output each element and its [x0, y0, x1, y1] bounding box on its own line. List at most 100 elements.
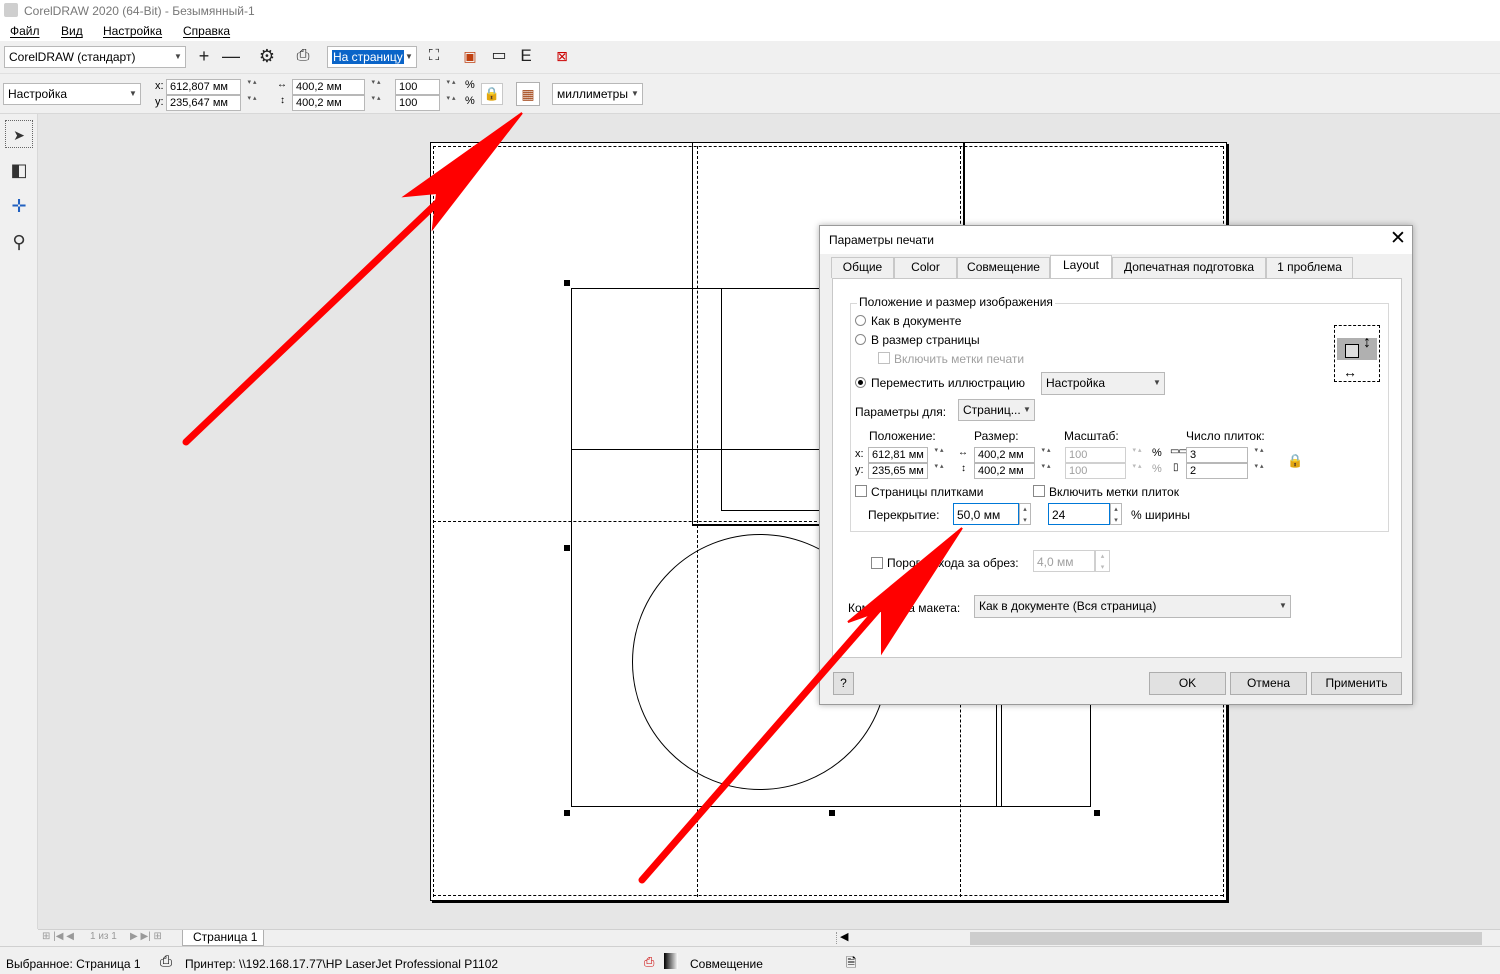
workspace-combo[interactable]: CorelDRAW (стандарт) ▼ [4, 46, 186, 68]
include-print-marks-checkbox[interactable] [878, 352, 890, 364]
params-for-combo[interactable]: Страниц... ▼ [958, 399, 1035, 421]
imposition-tool-icon[interactable]: ◧ [5, 156, 33, 184]
tile-layout-icon[interactable]: ▦ [516, 82, 540, 106]
dlg-size-h-field[interactable]: 400,2 мм [974, 463, 1035, 479]
horizontal-scrollbar-thumb[interactable] [970, 932, 1482, 945]
zoom-out-icon[interactable]: — [219, 45, 243, 69]
splitter[interactable] [836, 932, 838, 944]
tiles-x-spinner[interactable]: ▾ ▴ [1248, 447, 1270, 463]
dlg-scale-w-field[interactable]: 100 [1065, 447, 1126, 463]
close-icon[interactable]: ✕ [1390, 227, 1406, 250]
height-spinner[interactable]: ▾ ▴ [365, 95, 387, 111]
percent-label: % [1152, 463, 1162, 475]
group-title: Положение и размер изображения [857, 295, 1055, 309]
dlg-pos-y-field[interactable]: 235,65 мм [868, 463, 928, 479]
frame-icon[interactable]: ▭ [487, 45, 511, 69]
reposition-combo[interactable]: Настройка ▼ [1041, 372, 1165, 395]
bleed-limit-checkbox[interactable] [871, 557, 883, 569]
tiles-lock-icon[interactable]: 🔒 [1287, 453, 1303, 469]
height-field[interactable]: 400,2 мм [292, 95, 365, 111]
gear-icon[interactable]: ⚙ [255, 45, 279, 69]
apply-button[interactable]: Применить [1311, 672, 1402, 695]
tab-separations[interactable]: Совмещение [957, 257, 1050, 278]
pick-tool-icon[interactable]: ➤ [5, 120, 33, 148]
selection-handle[interactable] [1094, 810, 1100, 816]
radio-reposition[interactable] [855, 377, 866, 388]
tiles-x-field[interactable]: 3 [1186, 447, 1248, 463]
overlap-field[interactable]: 50,0 мм [953, 503, 1019, 525]
scale-h-spinner[interactable]: ▾ ▴ [440, 95, 462, 111]
status-mode: Совмещение [690, 957, 763, 971]
zoom-mode-combo[interactable]: На страницу ▼ [327, 46, 417, 68]
chevron-down-icon: ▼ [631, 89, 639, 98]
dlg-scale-w-spinner[interactable]: ▾ ▴ [1126, 447, 1148, 463]
lock-icon[interactable]: 🔒 [481, 83, 503, 105]
overlap-percent-field[interactable]: 24 [1048, 503, 1110, 525]
radio-fit-page[interactable] [855, 334, 866, 345]
menu-view[interactable]: Вид [61, 24, 83, 38]
text-e-icon[interactable]: E [514, 45, 538, 69]
help-button[interactable]: ? [833, 672, 854, 695]
width-field[interactable]: 400,2 мм [292, 79, 365, 95]
dlg-size-w-field[interactable]: 400,2 мм [974, 447, 1035, 463]
tile-pages-checkbox[interactable] [855, 485, 867, 497]
dlg-pos-y-spinner[interactable]: ▾ ▴ [928, 463, 950, 479]
dlg-pos-x-field[interactable]: 612,81 мм [868, 447, 928, 463]
tab-color[interactable]: Color [894, 257, 957, 278]
overlap-percent-spinner[interactable]: ▴ ▾ [1110, 503, 1122, 525]
page-nav-last-icon[interactable]: ▶ ▶| ⊞ [130, 931, 162, 942]
menu-settings[interactable]: Настройка [103, 24, 162, 38]
tab-layout[interactable]: Layout [1050, 255, 1112, 279]
selection-handle[interactable] [564, 810, 570, 816]
tile-icon[interactable]: ▣ [458, 45, 482, 69]
status-bar: Выбранное: Страница 1 ⎙ Принтер: \\192.1… [0, 946, 1500, 974]
radio-as-document[interactable] [855, 315, 866, 326]
dlg-y-label: y: [855, 464, 864, 476]
zoom-in-icon[interactable]: + [192, 45, 216, 69]
y-spinner[interactable]: ▾ ▴ [241, 95, 263, 111]
tile-marks-checkbox[interactable] [1033, 485, 1045, 497]
x-position-field[interactable]: 612,807 мм [166, 79, 241, 95]
scroll-left-icon[interactable]: ◀ [840, 930, 848, 943]
scale-w-field[interactable]: 100 [395, 79, 440, 95]
page-nav-first-icon[interactable]: ⊞ |◀ ◀ [42, 931, 74, 942]
tiles-y-field[interactable]: 2 [1186, 463, 1248, 479]
fit-page-icon[interactable]: ⛶ [422, 45, 446, 69]
marks-tool-icon[interactable]: ✛ [5, 192, 33, 220]
tiles-y-spinner[interactable]: ▾ ▴ [1248, 463, 1270, 479]
tab-prepress[interactable]: Допечатная подготовка [1112, 257, 1266, 278]
dlg-size-w-spinner[interactable]: ▾ ▴ [1035, 447, 1057, 463]
dlg-size-h-spinner[interactable]: ▾ ▴ [1035, 463, 1057, 479]
print-icon[interactable]: ⎙ [291, 45, 315, 69]
document-icon[interactable]: 🗎 [846, 954, 856, 974]
selection-handle[interactable] [829, 810, 835, 816]
menu-help[interactable]: Справка [183, 24, 230, 38]
dlg-scale-h-spinner[interactable]: ▾ ▴ [1126, 463, 1148, 479]
tab-general[interactable]: Общие [831, 257, 894, 278]
bleed-limit-field[interactable]: 4,0 мм [1033, 550, 1095, 572]
scale-w-spinner[interactable]: ▾ ▴ [440, 79, 462, 95]
overlap-spinner[interactable]: ▴ ▾ [1019, 503, 1031, 525]
col-size-label: Размер: [974, 429, 1019, 443]
y-position-field[interactable]: 235,647 мм [166, 95, 241, 111]
width-spinner[interactable]: ▾ ▴ [365, 79, 387, 95]
layout-combo[interactable]: Как в документе (Вся страница) ▼ [974, 595, 1291, 618]
preset-combo[interactable]: Настройка ▼ [3, 83, 141, 105]
col-scale-label: Масштаб: [1064, 429, 1119, 443]
selection-handle[interactable] [564, 545, 570, 551]
tab-issues[interactable]: 1 проблема [1266, 257, 1353, 278]
ok-button[interactable]: OK [1149, 672, 1226, 695]
page-tab[interactable]: Страница 1 [182, 930, 264, 946]
x-spinner[interactable]: ▾ ▴ [241, 79, 263, 95]
dlg-pos-x-spinner[interactable]: ▾ ▴ [928, 447, 950, 463]
radio-as-document-label: Как в документе [871, 314, 962, 328]
dlg-scale-h-field[interactable]: 100 [1065, 463, 1126, 479]
cancel-button[interactable]: Отмена [1230, 672, 1307, 695]
menu-file[interactable]: Файл [10, 24, 40, 38]
close-preview-icon[interactable]: ⊠ [550, 45, 574, 69]
units-combo[interactable]: миллиметры ▼ [552, 83, 643, 105]
scale-h-field[interactable]: 100 [395, 95, 440, 111]
selection-handle[interactable] [564, 280, 570, 286]
bleed-limit-spinner[interactable]: ▴ ▾ [1095, 550, 1110, 572]
zoom-tool-icon[interactable]: ⚲ [5, 228, 33, 256]
